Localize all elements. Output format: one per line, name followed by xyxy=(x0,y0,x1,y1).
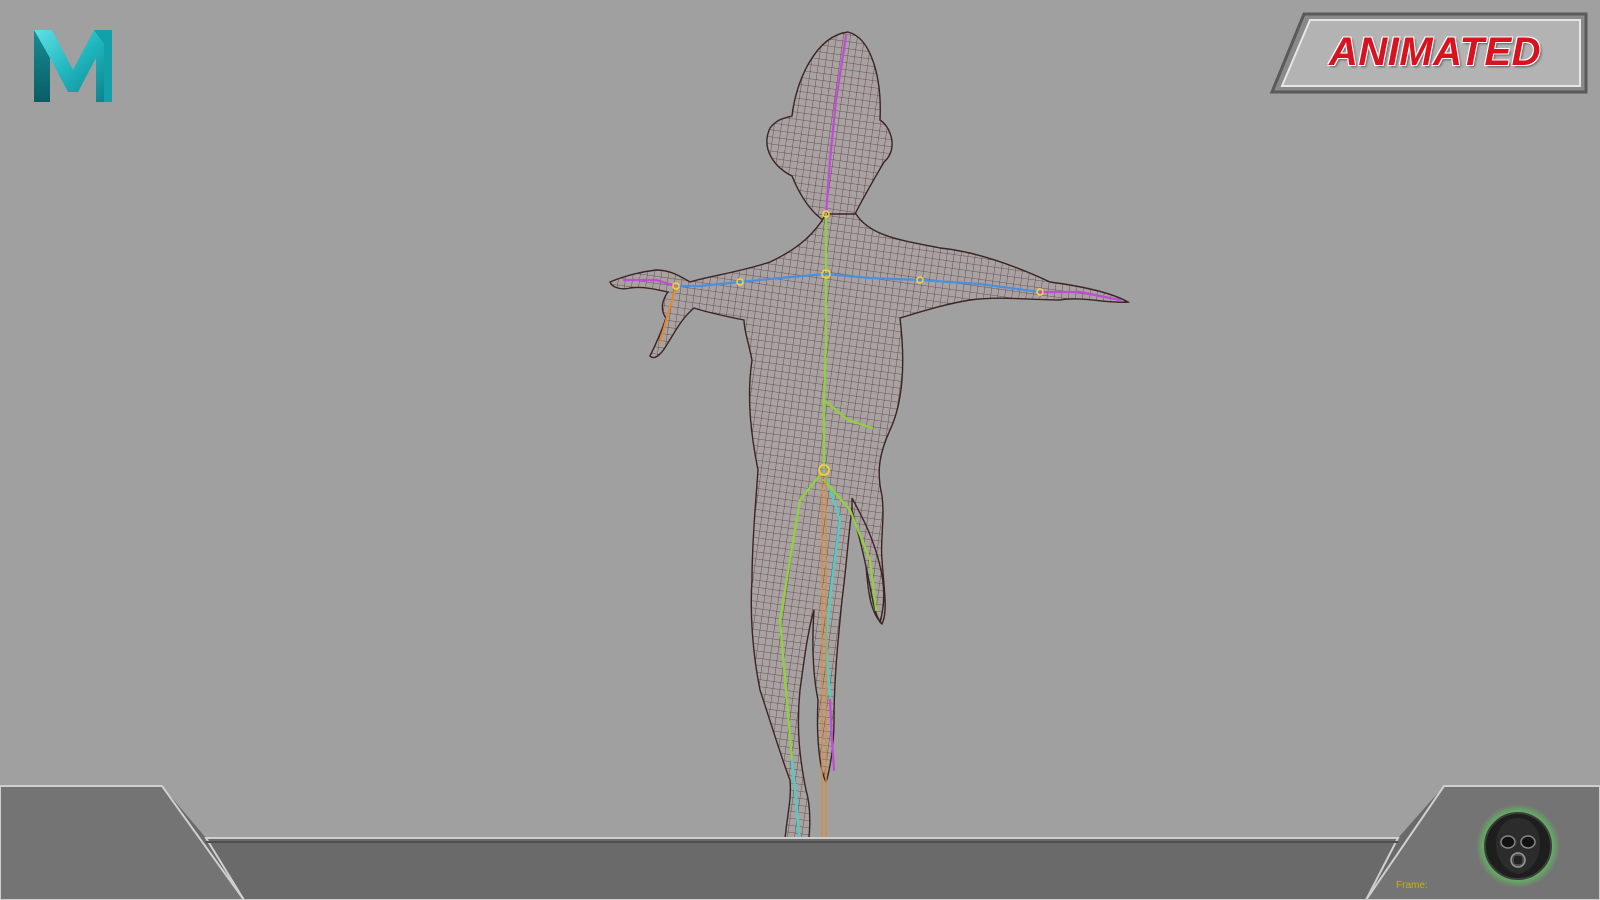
character-wireframe-model[interactable] xyxy=(0,0,1600,900)
3d-viewport[interactable]: ANIMATED Frame: xyxy=(0,0,1600,900)
bottom-hud-bar xyxy=(0,785,1600,900)
character-mesh xyxy=(609,31,1131,859)
gas-mask-emblem-icon xyxy=(1476,804,1560,888)
frame-label: Frame: xyxy=(1396,880,1428,891)
